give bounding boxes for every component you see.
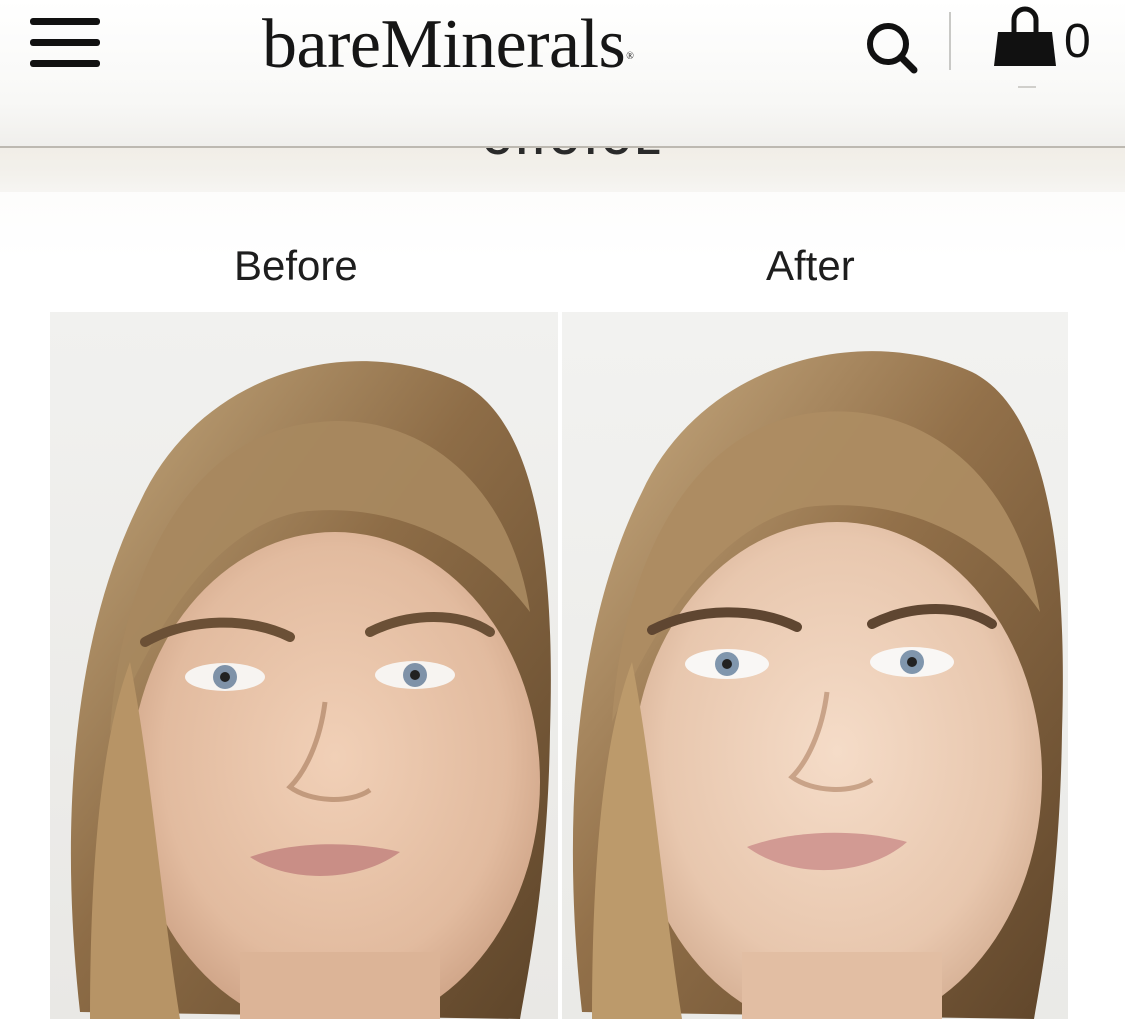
- cart-button[interactable]: 0: [992, 2, 1102, 78]
- hamburger-menu-icon[interactable]: [30, 18, 102, 70]
- menu-bar: [30, 18, 100, 25]
- before-portrait-image: [50, 312, 558, 1019]
- registered-mark: ®: [626, 51, 634, 62]
- brand-logo[interactable]: bareMinerals®: [262, 2, 634, 100]
- top-nav-bar: bareMinerals® 0: [0, 0, 1125, 146]
- after-portrait-image: [562, 312, 1068, 1019]
- cart-indicator-line: [1018, 86, 1036, 88]
- shopping-bag-icon: [994, 6, 1056, 66]
- section-band: CHOICE: [0, 148, 1125, 192]
- menu-bar: [30, 39, 100, 46]
- before-label: Before: [234, 242, 358, 289]
- search-button[interactable]: [860, 16, 924, 80]
- search-icon: [867, 23, 918, 74]
- header-divider: [949, 12, 951, 70]
- after-label: After: [766, 242, 855, 289]
- section-heading: CHOICE: [483, 148, 667, 162]
- brand-logo-text: bareMinerals: [262, 6, 626, 83]
- cart-count: 0: [1064, 15, 1091, 68]
- page: bareMinerals® 0 CHOICE Before After: [0, 0, 1125, 1019]
- menu-bar: [30, 60, 100, 67]
